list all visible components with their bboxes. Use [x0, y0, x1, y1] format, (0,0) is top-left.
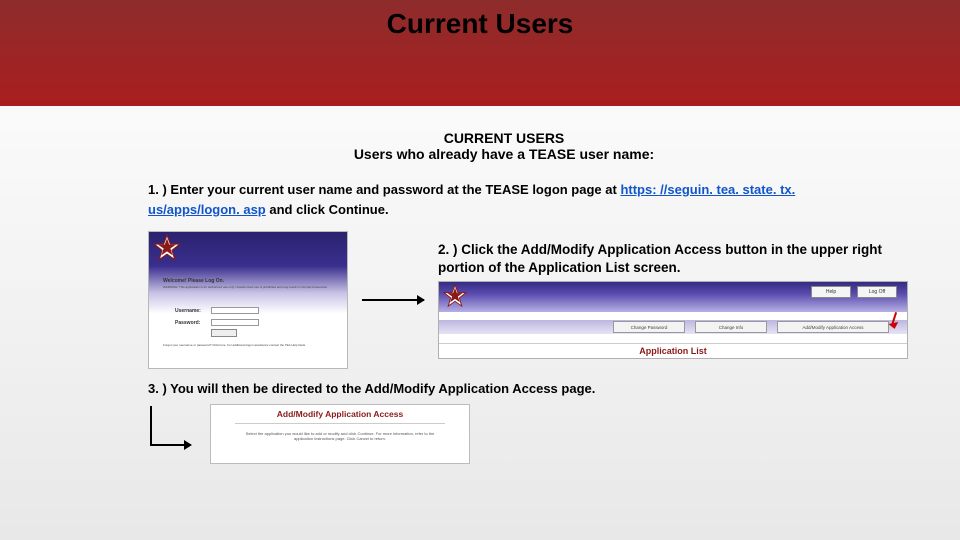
step-3: 3. ) You will then be directed to the Ad…	[148, 381, 860, 396]
arrow-right-icon	[362, 299, 424, 301]
row-shots: Welcome! Please Log On. WARNING: This ap…	[148, 231, 860, 369]
logon-blurb: WARNING: This application is for authori…	[163, 286, 328, 290]
step-2-block: 2. ) Click the Add/Modify Application Ac…	[438, 241, 908, 359]
slide-header: Current Users	[0, 0, 960, 106]
add-modify-title: Add/Modify Application Access	[211, 409, 469, 419]
step-2: 2. ) Click the Add/Modify Application Ac…	[438, 241, 908, 277]
screenshot-add-modify: Add/Modify Application Access Select the…	[210, 404, 470, 464]
section-subtitle: Users who already have a TEASE user name…	[148, 146, 860, 162]
password-input	[211, 319, 259, 326]
step-1-prefix: 1. ) Enter your current user name and pa…	[148, 182, 620, 197]
slide-title: Current Users	[387, 8, 574, 40]
screenshot-logon: Welcome! Please Log On. WARNING: This ap…	[148, 231, 348, 369]
screenshot-app-list: Help Log Off Change Password Change Info…	[438, 281, 908, 359]
continue-button-depiction	[211, 329, 237, 337]
texas-star-icon	[443, 284, 467, 308]
change-password-button-depiction: Change Password	[613, 321, 685, 333]
red-callout-arrow-icon	[887, 310, 901, 330]
logon-welcome: Welcome! Please Log On.	[163, 278, 224, 284]
step-1: 1. ) Enter your current user name and pa…	[148, 180, 860, 219]
texas-star-icon	[153, 234, 181, 262]
step-3-row: Add/Modify Application Access Select the…	[148, 398, 860, 464]
application-list-title: Application List	[439, 343, 907, 356]
step-1-suffix: and click Continue.	[269, 202, 388, 217]
section-title: CURRENT USERS	[148, 130, 860, 146]
password-label: Password:	[175, 320, 200, 326]
content-area: CURRENT USERS Users who already have a T…	[0, 106, 960, 464]
logon-footer: Forgot your username or password? Click …	[163, 344, 306, 348]
add-modify-blurb: Select the application you would like to…	[237, 431, 443, 441]
divider	[235, 423, 445, 424]
logoff-button-depiction: Log Off	[857, 286, 897, 298]
elbow-arrow-icon	[146, 406, 192, 462]
change-info-button-depiction: Change Info	[695, 321, 767, 333]
help-button-depiction: Help	[811, 286, 851, 298]
username-input	[211, 307, 259, 314]
add-modify-button-depiction: Add/Modify Application Access	[777, 321, 889, 333]
username-label: Username:	[175, 308, 201, 314]
